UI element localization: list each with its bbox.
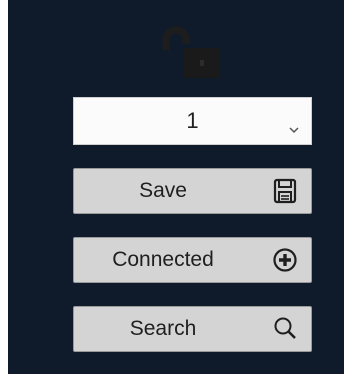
save-button[interactable]: Save bbox=[73, 168, 312, 214]
connected-button[interactable]: Connected bbox=[73, 237, 312, 283]
channel-select[interactable]: 1 bbox=[73, 97, 312, 145]
magnifier-icon bbox=[271, 315, 299, 343]
channel-select-value: 1 bbox=[186, 108, 199, 133]
chevron-down-icon bbox=[288, 116, 300, 134]
search-button-label: Search bbox=[129, 317, 197, 340]
floppy-disk-icon bbox=[271, 177, 299, 205]
save-button-label: Save bbox=[139, 179, 187, 202]
search-button[interactable]: Search bbox=[73, 306, 312, 352]
plus-circle-icon bbox=[271, 246, 299, 274]
unlocked-padlock-icon bbox=[160, 20, 230, 80]
control-panel: 1 Save Connected Search bbox=[8, 0, 344, 374]
connected-button-label: Connected bbox=[112, 248, 214, 271]
